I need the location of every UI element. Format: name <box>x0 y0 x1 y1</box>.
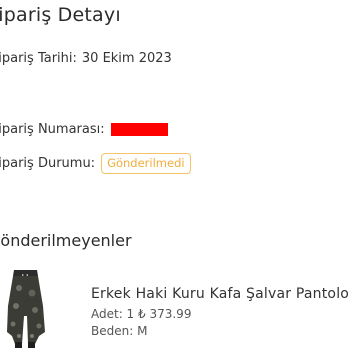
order-status-label: Sipariş Durumu: <box>0 156 96 171</box>
order-date-row: Sipariş Tarihi: 30 Ekim 2023 <box>0 51 172 66</box>
product-info: Erkek Haki Kuru Kafa Şalvar Pantolon Ade… <box>91 286 350 338</box>
order-date-label: Sipariş Tarihi: <box>0 51 77 66</box>
product-size: Beden: M <box>91 324 148 338</box>
order-number-redacted <box>110 123 168 136</box>
page-title: Sipariş Detayı <box>0 4 121 26</box>
product-name[interactable]: Erkek Haki Kuru Kafa Şalvar Pantolon <box>91 286 350 302</box>
order-detail-page: Sipariş Detayı Sipariş Tarihi: 30 Ekim 2… <box>0 0 350 350</box>
order-number-label: Sipariş Numarası: <box>0 122 105 137</box>
unshipped-section-title: Gönderilmeyenler <box>0 231 132 250</box>
status-badge: Gönderilmedi <box>101 153 191 174</box>
order-status-row: Sipariş Durumu: Gönderilmedi <box>0 153 191 174</box>
order-date-value: 30 Ekim 2023 <box>81 51 172 66</box>
product-quantity-price: Adet: 1 ₺ 373.99 <box>91 307 192 321</box>
product-image[interactable] <box>1 266 51 350</box>
order-number-row: Sipariş Numarası: <box>0 122 168 137</box>
pants-product-photo <box>1 266 51 350</box>
